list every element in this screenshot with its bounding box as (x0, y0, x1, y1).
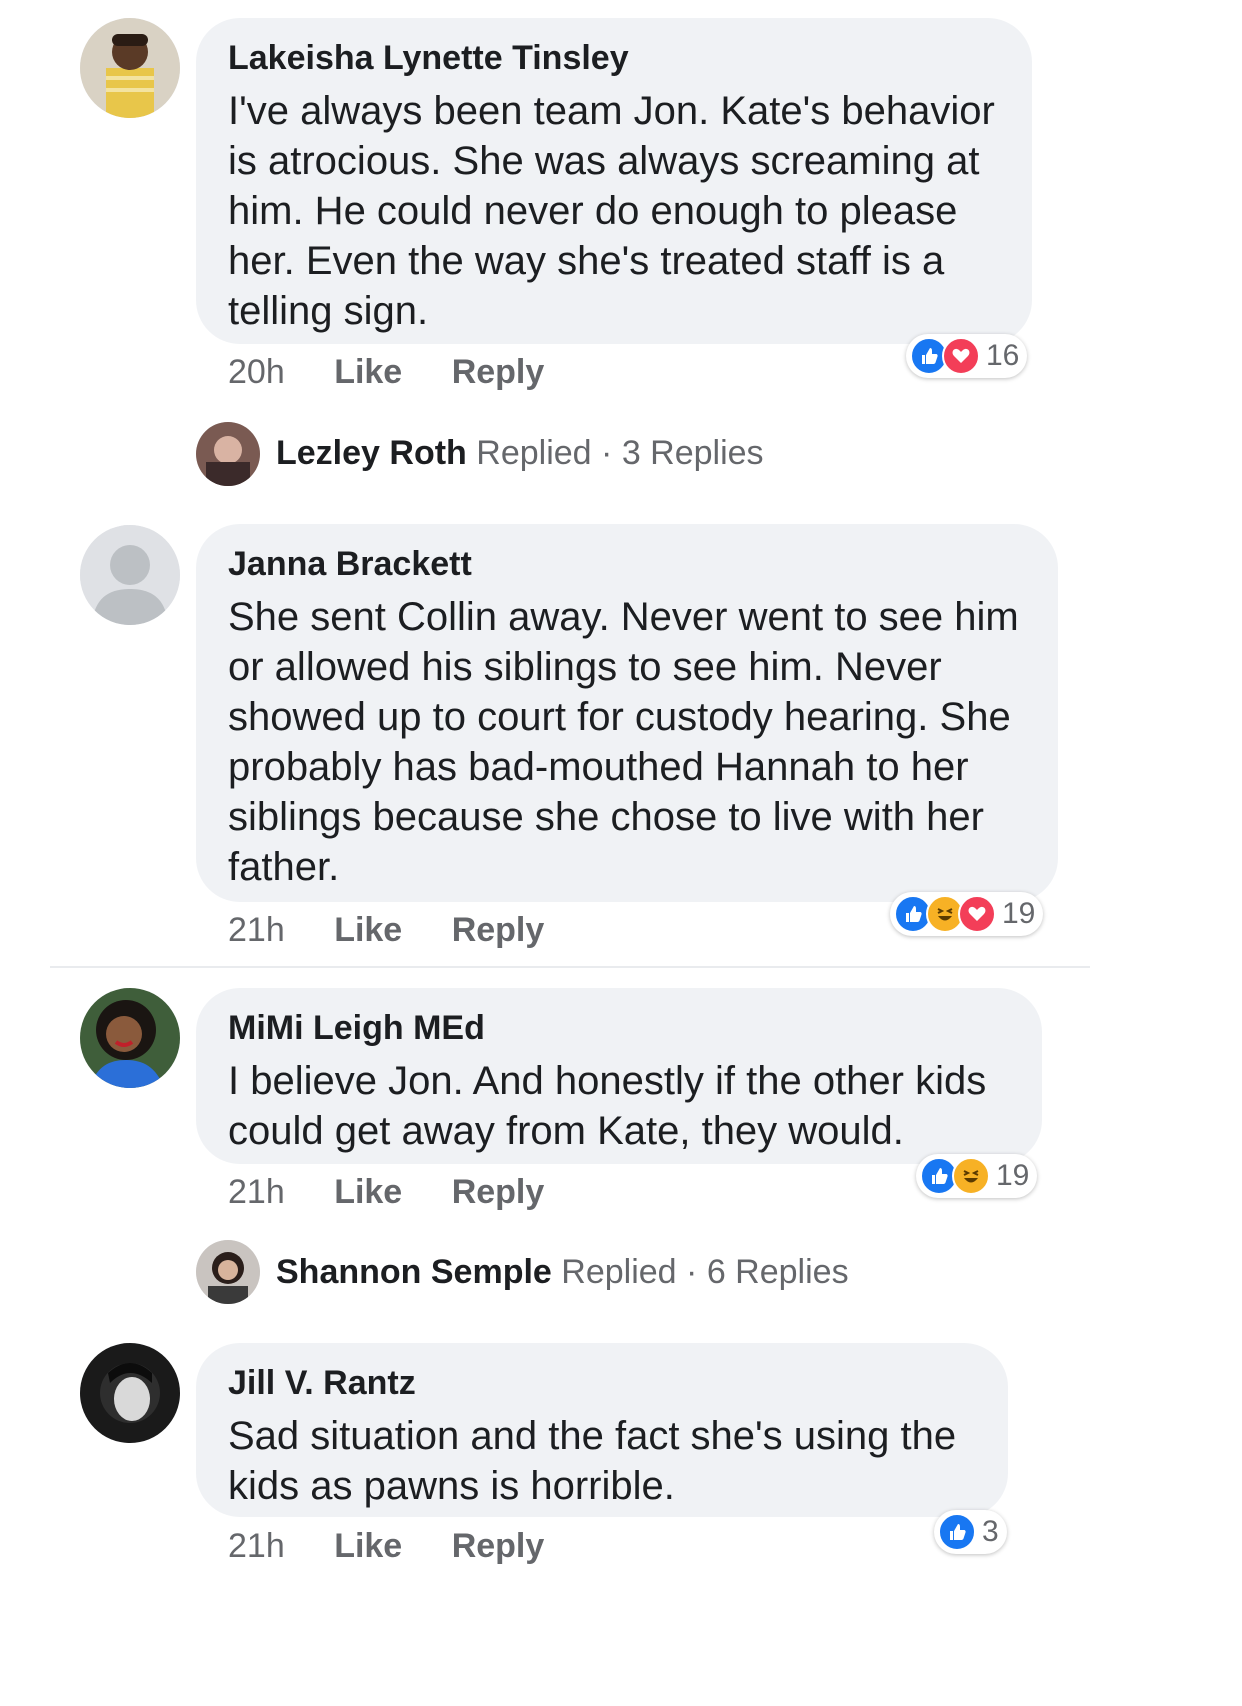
comment-time[interactable]: 21h (228, 910, 285, 950)
separator: · (601, 434, 613, 472)
avatar-shannon[interactable] (196, 1240, 260, 1304)
avatar-lezley[interactable] (196, 422, 260, 486)
divider (50, 966, 1090, 968)
reply-button[interactable]: Reply (452, 352, 545, 392)
reply-button[interactable]: Reply (452, 1526, 545, 1566)
avatar-photo-icon (196, 422, 260, 486)
comment-time[interactable]: 20h (228, 352, 285, 392)
comment-text: I've always been team Jon. Kate's behavi… (228, 89, 995, 333)
reaction-count: 19 (996, 1159, 1030, 1192)
comment-author[interactable]: Lakeisha Lynette Tinsley (228, 38, 1000, 78)
replied-label: Replied (561, 1253, 677, 1291)
avatar-lakeisha[interactable] (80, 18, 180, 118)
reactions-badge[interactable]: 19 (890, 892, 1044, 936)
reaction-count: 16 (986, 339, 1020, 372)
like-button[interactable]: Like (334, 910, 402, 950)
comment-author[interactable]: Janna Brackett (228, 544, 1026, 584)
reply-button[interactable]: Reply (452, 910, 545, 950)
replies-count[interactable]: 3 Replies (622, 434, 764, 472)
reply-author[interactable]: Shannon Semple (276, 1253, 552, 1291)
like-icon (938, 1513, 976, 1551)
comment-time[interactable]: 21h (228, 1172, 285, 1212)
comment-actions: 21h Like Reply (228, 1172, 584, 1212)
comment-actions: 21h Like Reply (228, 1526, 584, 1566)
reply-author[interactable]: Lezley Roth (276, 434, 467, 472)
comment-bubble: Jill V. Rantz Sad situation and the fact… (196, 1343, 1008, 1517)
avatar-mimi[interactable] (80, 988, 180, 1088)
comment-text: Sad situation and the fact she's using t… (228, 1414, 957, 1508)
like-button[interactable]: Like (334, 352, 402, 392)
separator: · (686, 1253, 698, 1291)
replies-count[interactable]: 6 Replies (707, 1253, 849, 1291)
avatar-photo-icon (80, 988, 180, 1088)
love-icon (958, 895, 996, 933)
avatar-photo-icon (80, 18, 180, 118)
comment-text: I believe Jon. And honestly if the other… (228, 1059, 987, 1153)
comment-actions: 20h Like Reply (228, 352, 584, 392)
avatar-photo-icon (196, 1240, 260, 1304)
like-button[interactable]: Like (334, 1526, 402, 1566)
comment-text: She sent Collin away. Never went to see … (228, 595, 1019, 889)
comment-bubble: Lakeisha Lynette Tinsley I've always bee… (196, 18, 1032, 344)
comment-author[interactable]: Jill V. Rantz (228, 1363, 976, 1403)
reactions-badge[interactable]: 16 (906, 334, 1028, 378)
comment-actions: 21h Like Reply (228, 910, 584, 950)
default-profile-icon (80, 525, 180, 625)
comment-time[interactable]: 21h (228, 1526, 285, 1566)
reply-summary[interactable]: Lezley Roth Replied · 3 Replies (276, 433, 764, 473)
reaction-count: 19 (1002, 897, 1036, 930)
comment-bubble: Janna Brackett She sent Collin away. Nev… (196, 524, 1058, 902)
haha-icon (952, 1157, 990, 1195)
comment-bubble: MiMi Leigh MEd I believe Jon. And honest… (196, 988, 1042, 1164)
reactions-badge[interactable]: 3 (934, 1510, 1007, 1554)
avatar-jill[interactable] (80, 1343, 180, 1443)
replied-label: Replied (476, 434, 592, 472)
avatar-janna[interactable] (80, 525, 180, 625)
reaction-count: 3 (982, 1515, 999, 1548)
love-icon (942, 337, 980, 375)
comment-author[interactable]: MiMi Leigh MEd (228, 1008, 1010, 1048)
avatar-photo-icon (80, 1343, 180, 1443)
reply-button[interactable]: Reply (452, 1172, 545, 1212)
reply-summary[interactable]: Shannon Semple Replied · 6 Replies (276, 1252, 849, 1292)
like-button[interactable]: Like (334, 1172, 402, 1212)
reactions-badge[interactable]: 19 (916, 1154, 1038, 1198)
